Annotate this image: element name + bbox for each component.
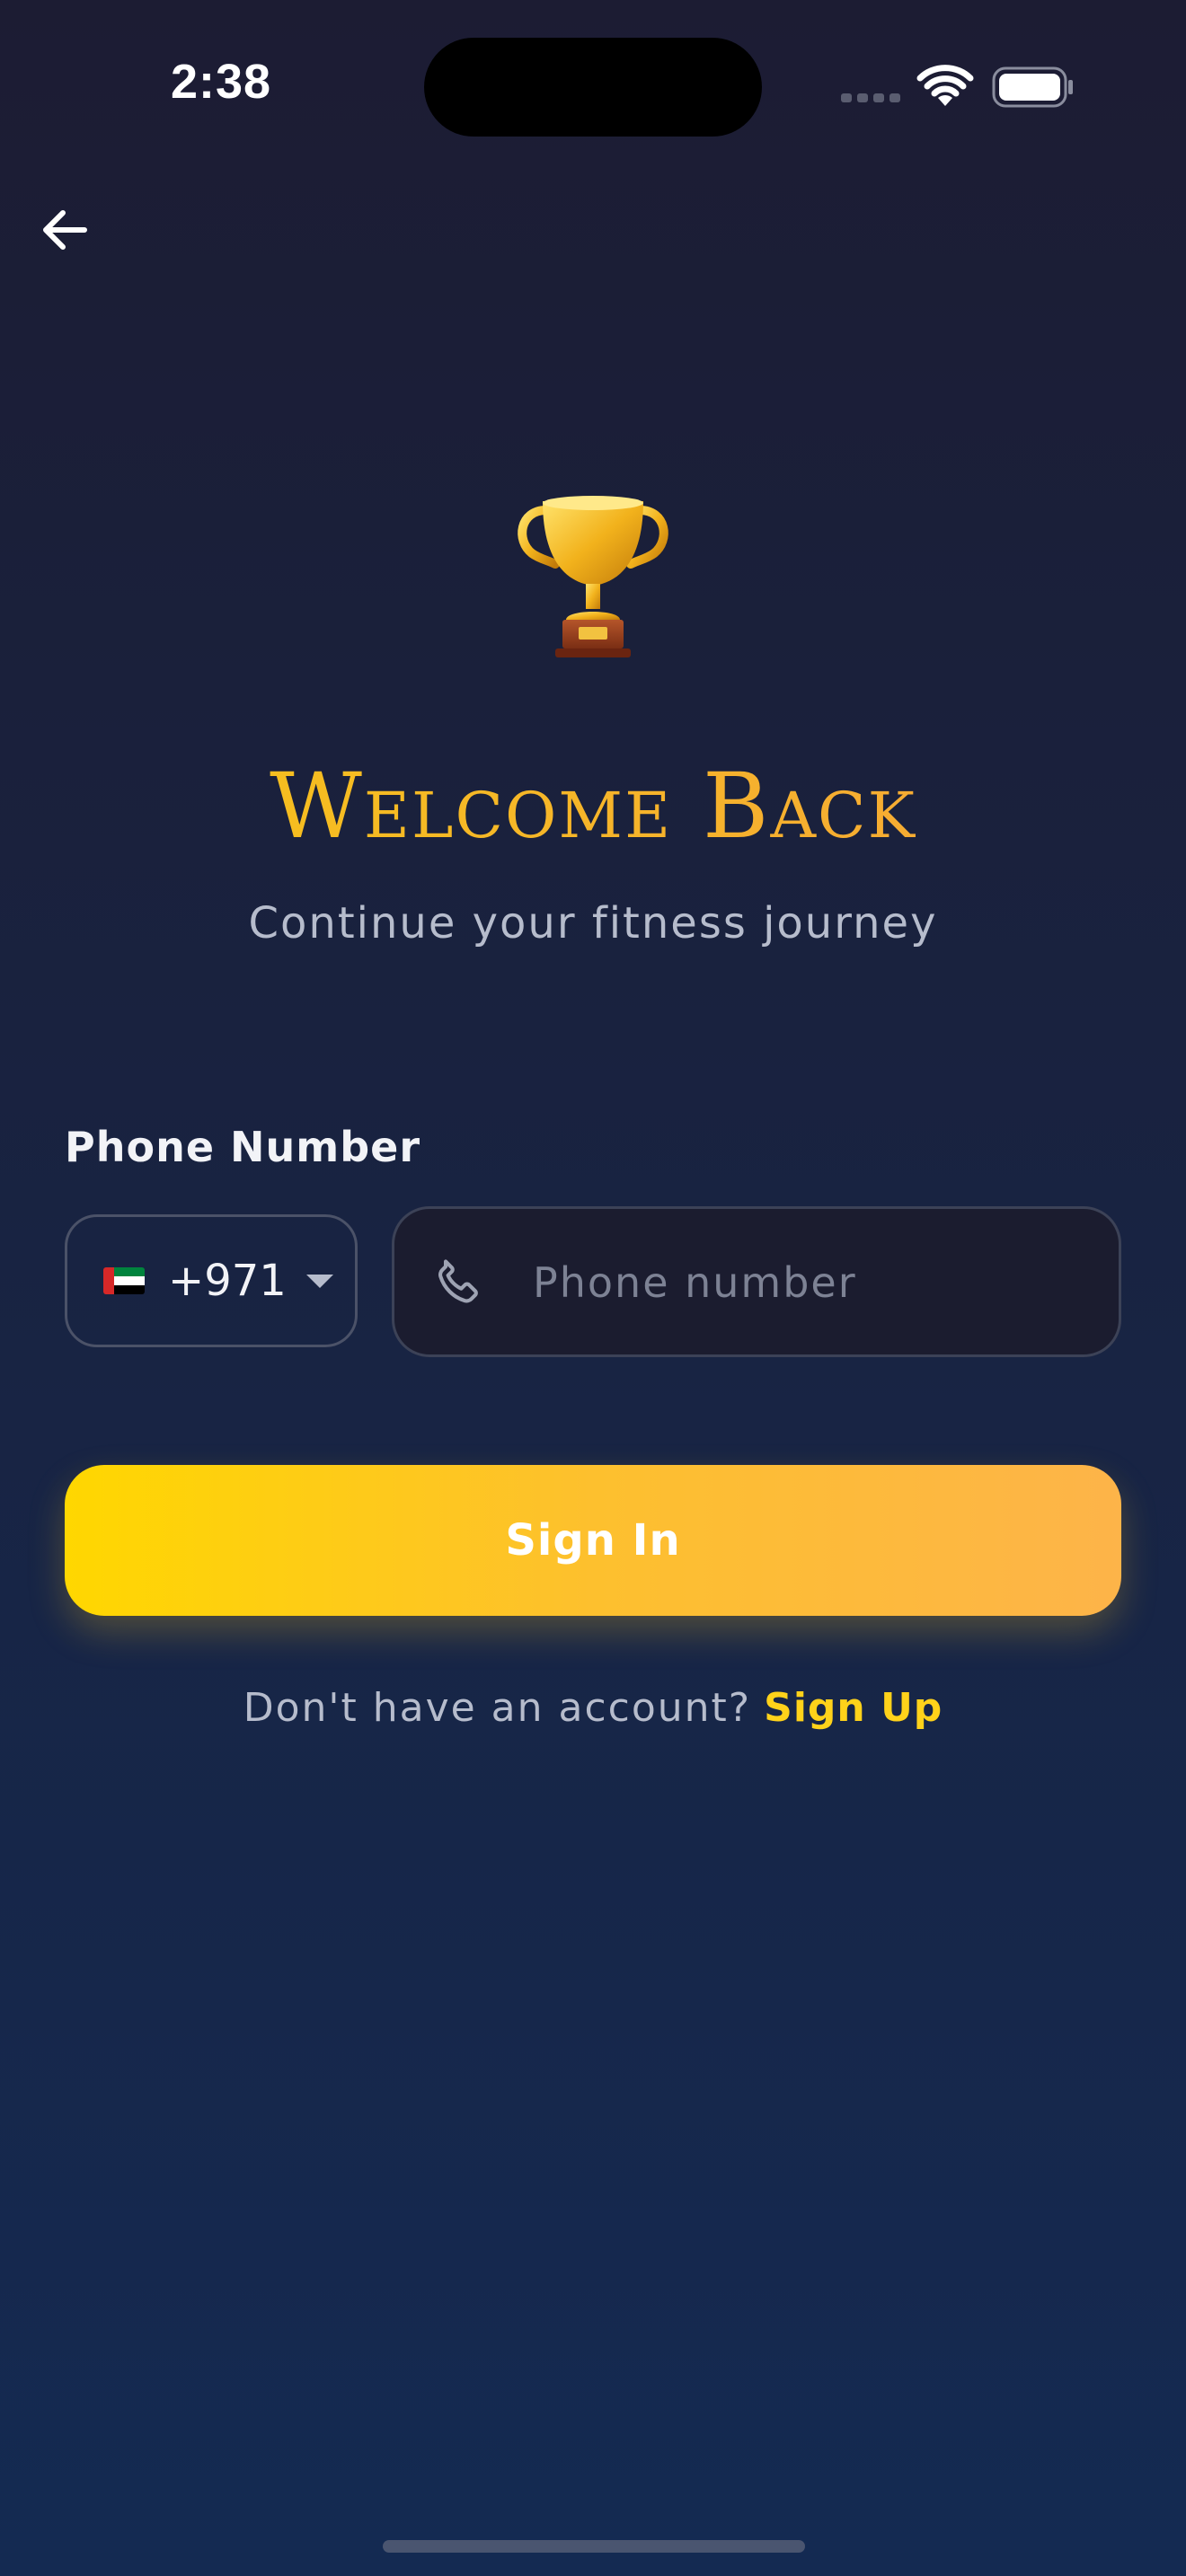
sign-up-link[interactable]: Sign Up bbox=[764, 1685, 943, 1731]
signup-row: Don't have an account? Sign Up bbox=[0, 1685, 1186, 1731]
trophy-icon bbox=[518, 496, 668, 657]
home-indicator[interactable] bbox=[383, 2540, 805, 2553]
back-button[interactable] bbox=[32, 198, 97, 262]
chevron-down-icon bbox=[305, 1274, 333, 1288]
phone-input-container[interactable] bbox=[392, 1206, 1121, 1357]
dynamic-island bbox=[424, 38, 762, 137]
phone-number-label: Phone Number bbox=[65, 1123, 421, 1171]
page-subtitle: Continue your fitness journey bbox=[248, 898, 938, 948]
signal-icon bbox=[841, 93, 900, 102]
uae-flag-icon bbox=[103, 1267, 145, 1294]
country-code-value: +971 bbox=[168, 1256, 287, 1306]
phone-icon bbox=[438, 1259, 478, 1303]
country-code-select[interactable]: +971 bbox=[65, 1214, 358, 1347]
battery-icon bbox=[992, 66, 1073, 108]
page-title: Welcome Back bbox=[0, 753, 1186, 860]
wifi-icon bbox=[916, 65, 974, 106]
sign-in-button[interactable]: Sign In bbox=[65, 1465, 1121, 1616]
phone-number-input[interactable] bbox=[531, 1209, 1092, 1356]
arrow-left-icon bbox=[43, 210, 87, 250]
status-bar: 2:38 bbox=[0, 0, 1186, 144]
signup-prompt: Don't have an account? bbox=[243, 1685, 752, 1731]
status-time: 2:38 bbox=[171, 55, 272, 109]
